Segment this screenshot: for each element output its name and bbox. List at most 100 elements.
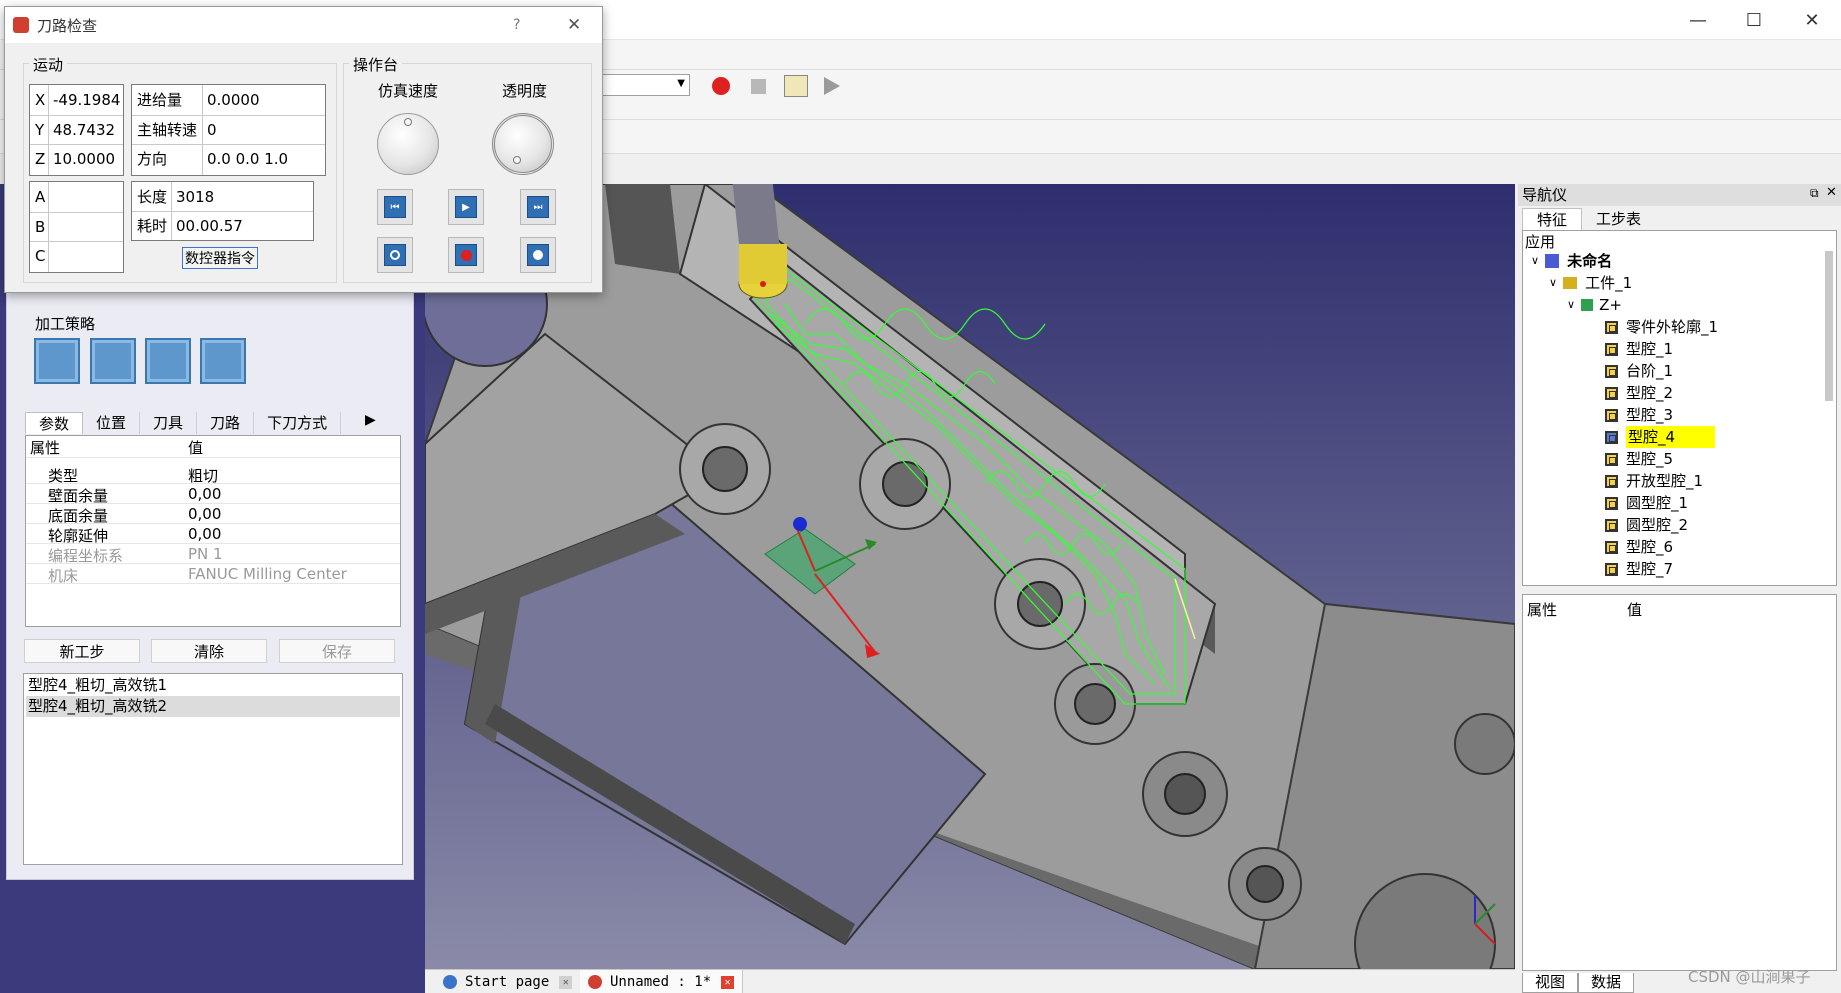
tab-view[interactable]: 视图 bbox=[1522, 973, 1579, 993]
table-row[interactable]: 类型 粗切 bbox=[26, 464, 400, 485]
header-value: 值 bbox=[188, 439, 204, 457]
feature-icon bbox=[1605, 408, 1618, 422]
chevron-down-icon[interactable]: ∨ bbox=[1567, 294, 1575, 316]
tree-item-feature[interactable]: 开放型腔_1 bbox=[1605, 470, 1703, 492]
tree-item-feature[interactable]: 型腔_1 bbox=[1605, 338, 1673, 360]
tab-start-page[interactable]: Start page ✕ bbox=[435, 970, 582, 993]
workpiece-icon bbox=[1563, 277, 1578, 289]
tree-label: 零件外轮廓_1 bbox=[1626, 318, 1719, 336]
tree-item-feature[interactable]: 型腔_2 bbox=[1605, 382, 1673, 404]
tree-label: 开放型腔_1 bbox=[1626, 472, 1704, 490]
skip-back-button[interactable]: ⏮ bbox=[377, 189, 413, 225]
tree-item-feature[interactable]: 圆型腔_1 bbox=[1605, 492, 1688, 514]
feature-edit-icon bbox=[1605, 430, 1618, 444]
stop-button[interactable] bbox=[377, 237, 413, 273]
tree-item-feature[interactable]: 台阶_1 bbox=[1605, 360, 1673, 382]
table-row[interactable]: 底面余量 0,00 bbox=[26, 504, 400, 525]
close-icon[interactable]: ✕ bbox=[1826, 185, 1837, 200]
tree-scrollbar[interactable] bbox=[1825, 251, 1833, 401]
console-group-label: 操作台 bbox=[349, 54, 403, 75]
workbench-combo[interactable]: ▼ bbox=[600, 74, 690, 96]
strategy-surface-icon[interactable] bbox=[145, 338, 191, 384]
prop-value: 粗切 bbox=[188, 467, 219, 485]
skip-forward-button[interactable]: ⏭ bbox=[520, 189, 556, 225]
table-row[interactable]: 轮廓延伸 0,00 bbox=[26, 524, 400, 545]
table-row[interactable]: 壁面余量 0,00 bbox=[26, 484, 400, 505]
tab-features[interactable]: 特征 bbox=[1522, 208, 1583, 230]
tree-item-workpiece[interactable]: ∨ 工件_1 bbox=[1549, 272, 1632, 294]
float-icon[interactable]: ⧉ bbox=[1810, 186, 1819, 201]
globe-icon bbox=[443, 975, 457, 989]
chevron-down-icon[interactable]: ∨ bbox=[1531, 250, 1539, 272]
transparency-dial[interactable] bbox=[492, 113, 554, 175]
record-button[interactable] bbox=[448, 237, 484, 273]
chevron-down-icon[interactable]: ∨ bbox=[1549, 272, 1557, 294]
speed-dial[interactable] bbox=[377, 113, 439, 175]
app-icon bbox=[588, 975, 602, 989]
close-tab-icon[interactable]: ✕ bbox=[559, 975, 573, 989]
save-button[interactable]: 保存 bbox=[279, 639, 395, 663]
tree-item-feature[interactable]: 型腔_6 bbox=[1605, 536, 1673, 558]
nc-command-button[interactable]: 数控器指令 bbox=[182, 247, 258, 269]
strategy-contour-icon[interactable] bbox=[90, 338, 136, 384]
close-icon[interactable]: ✕ bbox=[567, 15, 581, 35]
prop-value: 0,00 bbox=[188, 485, 222, 503]
tool-tip bbox=[739, 244, 787, 284]
clear-button[interactable]: 清除 bbox=[151, 639, 267, 663]
tab-scroll-right-icon[interactable]: ▶ bbox=[365, 412, 376, 428]
play-icon: ▶ bbox=[455, 196, 477, 218]
table-row[interactable]: 机床 FANUC Milling Center bbox=[26, 564, 400, 585]
navigator-panel: 导航仪 ⧉ ✕ 特征 工步表 应用 ∨ 未命名 ∨ 工件_1 ∨ Z+ 零件外轮… bbox=[1518, 184, 1841, 993]
tab-step-table[interactable]: 工步表 bbox=[1582, 208, 1655, 230]
strategy-drill-icon[interactable] bbox=[200, 338, 246, 384]
tree-item-feature[interactable]: 型腔_7 bbox=[1605, 558, 1673, 580]
stop-icon[interactable] bbox=[751, 79, 766, 94]
table-row[interactable]: 编程坐标系 PN 1 bbox=[26, 544, 400, 565]
step-forward-button[interactable]: ▶ bbox=[448, 189, 484, 225]
tree-item-feature[interactable]: 型腔_3 bbox=[1605, 404, 1673, 426]
a-label: A bbox=[35, 188, 46, 206]
help-icon[interactable]: ? bbox=[513, 17, 520, 33]
tab-position[interactable]: 位置 bbox=[83, 412, 141, 434]
tree-label: 未命名 bbox=[1567, 252, 1613, 270]
tab-params[interactable]: 参数 bbox=[25, 412, 84, 434]
tab-entry[interactable]: 下刀方式 bbox=[254, 412, 342, 434]
maximize-icon[interactable]: ☐ bbox=[1732, 4, 1776, 36]
tree-item-feature[interactable]: 圆型腔_2 bbox=[1605, 514, 1688, 536]
tree-item-feature[interactable]: 型腔_5 bbox=[1605, 448, 1673, 470]
tree-label: 型腔_5 bbox=[1626, 450, 1674, 468]
list-item[interactable]: 型腔4_粗切_高效铣2 bbox=[26, 696, 400, 717]
record-icon[interactable] bbox=[712, 77, 730, 95]
operation-panel: 加工策略 参数 位置 刀具 刀路 下刀方式 ▶ 属性 值 类型 粗切 壁面余量 … bbox=[6, 290, 414, 880]
feed-label: 进给量 bbox=[137, 91, 183, 109]
pause-button[interactable] bbox=[520, 237, 556, 273]
tree-label: 型腔_2 bbox=[1626, 384, 1674, 402]
tree-label: Z+ bbox=[1599, 296, 1622, 314]
list-item[interactable]: 型腔4_粗切_高效铣1 bbox=[26, 675, 400, 696]
tab-toolpath[interactable]: 刀路 bbox=[197, 412, 255, 434]
setup-icon bbox=[1581, 299, 1594, 311]
prop-name: 壁面余量 bbox=[48, 487, 109, 505]
tree-label: 型腔_7 bbox=[1626, 560, 1674, 578]
tree-item-project[interactable]: ∨ 未命名 bbox=[1531, 250, 1612, 272]
motion-group-label: 运动 bbox=[29, 54, 68, 75]
tab-data[interactable]: 数据 bbox=[1578, 973, 1635, 993]
close-tab-icon[interactable]: ✕ bbox=[721, 975, 735, 989]
time-label: 耗时 bbox=[137, 217, 168, 235]
abc-readout: A B C bbox=[29, 181, 124, 273]
c-label: C bbox=[35, 247, 46, 265]
minimize-icon[interactable]: — bbox=[1676, 4, 1720, 36]
macro-edit-icon[interactable] bbox=[784, 75, 808, 97]
close-window-icon[interactable]: ✕ bbox=[1790, 4, 1834, 36]
step-list: 型腔4_粗切_高效铣1 型腔4_粗切_高效铣2 bbox=[23, 673, 403, 865]
strategy-pocket-icon[interactable] bbox=[34, 338, 80, 384]
tree-item-feature-selected[interactable]: 型腔_4 bbox=[1605, 426, 1716, 448]
play-macro-icon[interactable] bbox=[824, 77, 840, 95]
tab-tool[interactable]: 刀具 bbox=[140, 412, 198, 434]
tree-item-setup[interactable]: ∨ Z+ bbox=[1567, 294, 1622, 316]
feature-icon bbox=[1605, 320, 1618, 334]
tab-unnamed[interactable]: Unnamed : 1* ✕ bbox=[580, 970, 744, 993]
3d-viewport[interactable] bbox=[425, 184, 1515, 969]
new-step-button[interactable]: 新工步 bbox=[24, 639, 140, 663]
tree-item-feature[interactable]: 零件外轮廓_1 bbox=[1605, 316, 1718, 338]
